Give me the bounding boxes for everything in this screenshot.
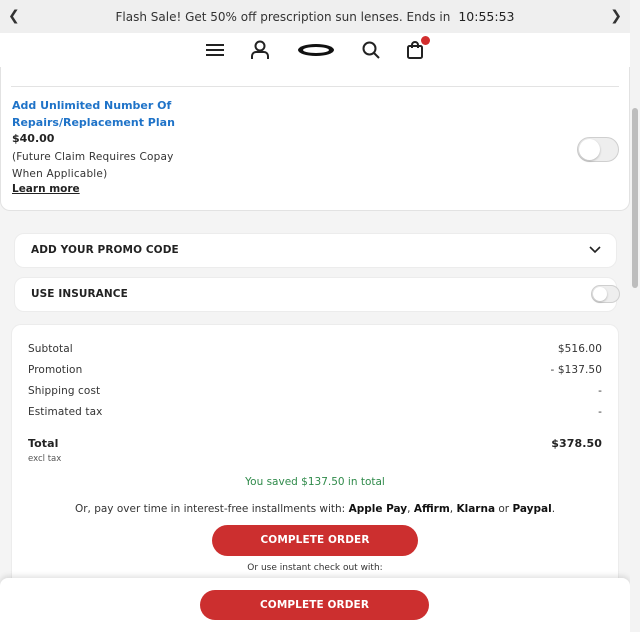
learn-more-link[interactable]: Learn more [12, 183, 80, 195]
order-summary: Subtotal $516.00 Promotion - $137.50 Shi… [11, 324, 619, 585]
user-icon[interactable] [249, 39, 271, 61]
row-value: - $137.50 [550, 364, 602, 376]
insurance-toggle[interactable] [591, 285, 620, 303]
plan-toggle[interactable] [577, 137, 619, 162]
separator: , [449, 503, 454, 515]
row-label: Promotion [28, 364, 83, 376]
provider-klarna: Klarna [456, 503, 496, 515]
installments-text: Or, pay over time in interest-free insta… [12, 503, 618, 515]
promotion-row: Promotion - $137.50 [28, 364, 602, 378]
installments-prefix: Or, pay over time in interest-free insta… [74, 503, 346, 515]
row-label: Estimated tax [28, 406, 103, 418]
tax-row: Estimated tax - [28, 406, 602, 420]
subtotal-row: Subtotal $516.00 [28, 343, 602, 357]
complete-order-button[interactable]: COMPLETE ORDER [212, 525, 418, 556]
separator: or [498, 503, 510, 515]
total-label: Total [28, 437, 59, 450]
savings-text: You saved $137.50 in total [245, 476, 385, 488]
row-value: - [598, 385, 602, 397]
promo-code-label: ADD YOUR PROMO CODE [31, 244, 179, 256]
excl-tax-note: excl tax [28, 454, 62, 464]
flash-sale-banner: ❮ Flash Sale! Get 50% off prescription s… [0, 0, 630, 33]
insurance-label: USE INSURANCE [31, 288, 128, 300]
shopping-bag-icon[interactable] [404, 36, 430, 61]
repair-plan-card: Add Unlimited Number Of Repairs/Replacem… [0, 67, 630, 211]
total-row: Total $378.50 [28, 437, 602, 451]
chevron-down-icon[interactable] [588, 244, 602, 256]
row-value: $516.00 [557, 343, 602, 355]
sticky-complete-order-button[interactable]: COMPLETE ORDER [200, 590, 429, 620]
row-label: Shipping cost [28, 385, 101, 397]
scrollbar-thumb[interactable] [632, 108, 638, 288]
plan-price: $40.00 [12, 132, 55, 145]
provider-apple-pay: Apple Pay [348, 503, 408, 515]
insurance-row: USE INSURANCE [14, 277, 620, 312]
separator: , [407, 503, 411, 515]
shipping-row: Shipping cost - [28, 385, 602, 399]
hamburger-menu-icon[interactable] [204, 39, 226, 61]
scrollbar[interactable] [630, 0, 640, 632]
sticky-checkout-bar: COMPLETE ORDER [0, 578, 630, 632]
toggle-knob [593, 287, 607, 301]
row-label: Subtotal [28, 343, 73, 355]
site-header [0, 33, 630, 68]
row-value: - [598, 406, 602, 418]
cart-badge [421, 36, 430, 45]
total-value: $378.50 [551, 437, 602, 450]
provider-paypal: Paypal [512, 503, 552, 515]
brand-logo[interactable] [296, 39, 336, 61]
provider-affirm: Affirm [413, 503, 450, 515]
plan-title: Add Unlimited Number Of Repairs/Replacem… [12, 99, 175, 129]
toggle-knob [579, 139, 600, 160]
search-icon[interactable] [360, 39, 382, 61]
chevron-left-icon[interactable]: ❮ [8, 8, 20, 24]
chevron-right-icon[interactable]: ❯ [610, 8, 622, 24]
countdown-timer: 10:55:53 [458, 9, 515, 24]
promo-code-accordion[interactable]: ADD YOUR PROMO CODE [14, 233, 617, 268]
plan-note: (Future Claim Requires Copay When Applic… [12, 151, 174, 180]
separator: . [551, 503, 556, 515]
flash-sale-message: Flash Sale! Get 50% off prescription sun… [115, 9, 451, 24]
divider [11, 86, 619, 87]
instant-checkout-label: Or use instant check out with: [247, 563, 383, 573]
